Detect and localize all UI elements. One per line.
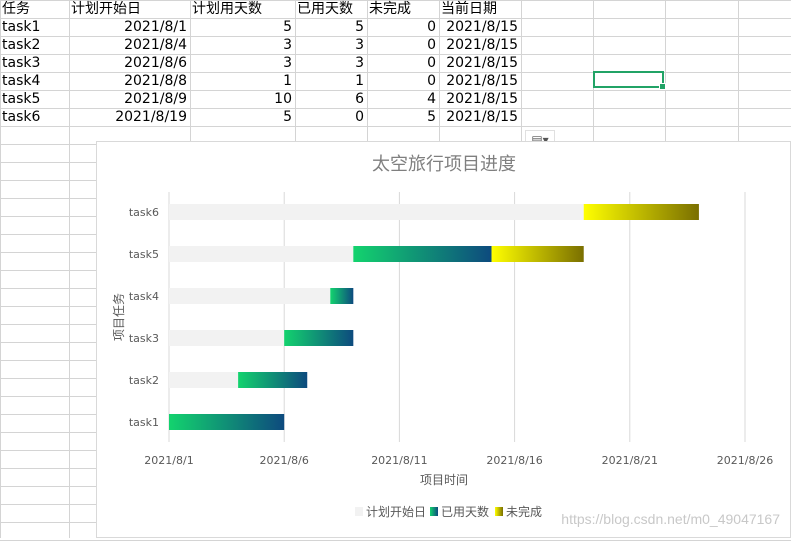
data-cell[interactable]: task1	[1, 18, 69, 36]
x-tick-label: 2021/8/11	[371, 454, 427, 467]
x-tick-label: 2021/8/21	[602, 454, 658, 467]
data-cell[interactable]: 5	[368, 108, 439, 126]
header-cell[interactable]: 已用天数	[296, 0, 367, 18]
bar-used-days	[169, 414, 285, 430]
data-cell[interactable]: 2021/8/4	[70, 36, 190, 54]
data-cell[interactable]: 6	[296, 90, 367, 108]
bar-used-days	[238, 372, 308, 388]
data-cell[interactable]: 2021/8/8	[70, 72, 190, 90]
data-cell[interactable]: 3	[296, 36, 367, 54]
chart-title: 太空旅行项目进度	[372, 154, 516, 175]
y-tick-label: task1	[129, 416, 159, 429]
data-cell[interactable]: 10	[191, 90, 295, 108]
data-cell[interactable]: 1	[296, 72, 367, 90]
data-cell[interactable]: 0	[296, 108, 367, 126]
bar-start-offset	[169, 372, 239, 388]
data-cell[interactable]: 0	[368, 18, 439, 36]
data-cell[interactable]: task2	[1, 36, 69, 54]
data-cell[interactable]: 0	[368, 72, 439, 90]
data-cell[interactable]: 2021/8/19	[70, 108, 190, 126]
legend-label: 计划开始日	[366, 505, 426, 519]
y-axis-title: 项目任务	[111, 293, 126, 341]
data-cell[interactable]: 2021/8/15	[440, 36, 521, 54]
data-cell[interactable]: 2021/8/15	[440, 108, 521, 126]
data-cell[interactable]: 4	[368, 90, 439, 108]
bar-start-offset	[169, 204, 584, 220]
x-tick-label: 2021/8/1	[144, 454, 193, 467]
gantt-chart: 太空旅行项目进度 2021/8/1 2021/8/6 2021/8/11 2021/8/…	[111, 154, 773, 519]
header-cell[interactable]: 任务	[1, 0, 69, 18]
data-cell[interactable]: 2021/8/9	[70, 90, 190, 108]
data-cell[interactable]: task4	[1, 72, 69, 90]
bar-start-offset	[169, 330, 285, 346]
bar-remaining	[491, 246, 584, 262]
y-tick-label: task2	[129, 374, 159, 387]
data-cell[interactable]: task3	[1, 54, 69, 72]
header-cell[interactable]: 未完成	[368, 0, 439, 18]
data-cell[interactable]: 2021/8/1	[70, 18, 190, 36]
chart-frame[interactable]: 太空旅行项目进度 2021/8/1 2021/8/6 2021/8/11 2021/8/…	[96, 141, 791, 538]
bar-remaining	[583, 204, 699, 220]
x-tick-label: 2021/8/16	[486, 454, 542, 467]
header-cell[interactable]: 计划用天数	[191, 0, 295, 18]
grid-line-h	[0, 126, 791, 127]
data-cell[interactable]: 3	[191, 36, 295, 54]
data-cell[interactable]: 2021/8/15	[440, 90, 521, 108]
header-cell[interactable]: 当前日期	[440, 0, 521, 18]
bar-used-days	[353, 246, 492, 262]
data-cell[interactable]: 3	[191, 54, 295, 72]
y-tick-label: task4	[129, 290, 159, 303]
bar-used-days	[330, 288, 354, 304]
selected-cell[interactable]	[593, 71, 666, 90]
bar-start-offset	[169, 246, 354, 262]
legend-label: 已用天数	[441, 504, 489, 519]
header-cell[interactable]: 计划开始日	[70, 0, 190, 18]
data-cell[interactable]: 2021/8/15	[440, 18, 521, 36]
data-cell[interactable]: 1	[191, 72, 295, 90]
legend-label: 未完成	[506, 504, 542, 519]
y-tick-label: task3	[129, 332, 159, 345]
data-cell[interactable]: 0	[368, 36, 439, 54]
bar-start-offset	[169, 288, 331, 304]
data-cell[interactable]: 2021/8/15	[440, 54, 521, 72]
data-cell[interactable]: 3	[296, 54, 367, 72]
data-cell[interactable]: task6	[1, 108, 69, 126]
x-axis-title: 项目时间	[420, 473, 468, 487]
data-cell[interactable]: 5	[191, 108, 295, 126]
data-cell[interactable]: 2021/8/6	[70, 54, 190, 72]
data-cell[interactable]: 5	[191, 18, 295, 36]
y-tick-label: task5	[129, 248, 159, 261]
x-tick-label: 2021/8/26	[717, 454, 773, 467]
data-cell[interactable]: 2021/8/15	[440, 72, 521, 90]
y-tick-label: task6	[129, 206, 159, 219]
legend-swatch	[495, 507, 503, 516]
data-cell[interactable]: task5	[1, 90, 69, 108]
data-cell[interactable]: 0	[368, 54, 439, 72]
watermark: https://blog.csdn.net/m0_49047167	[561, 511, 780, 527]
legend-swatch	[430, 507, 438, 516]
legend-swatch	[355, 507, 363, 516]
data-cell[interactable]: 5	[296, 18, 367, 36]
x-tick-label: 2021/8/6	[259, 454, 308, 467]
bar-used-days	[284, 330, 354, 346]
